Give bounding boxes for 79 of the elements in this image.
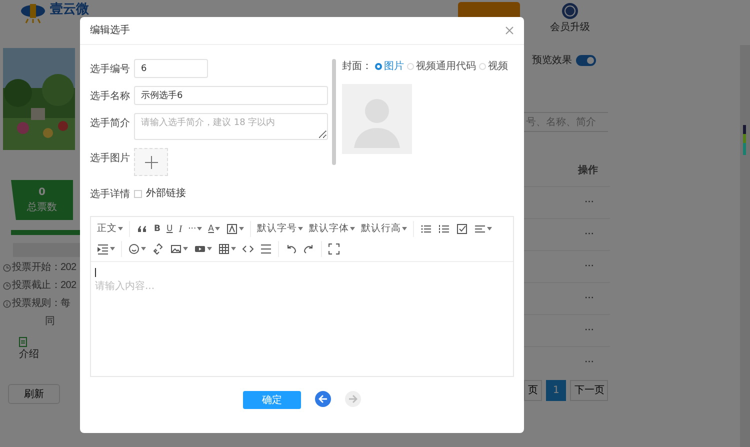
preview-label: 预览效果	[532, 54, 572, 68]
vip-icon[interactable]	[561, 2, 579, 20]
more-actions[interactable]: ···	[584, 227, 594, 242]
confirm-button[interactable]: 确定	[243, 391, 301, 409]
smiley-icon	[128, 243, 140, 255]
tab-label[interactable]: 介绍	[19, 347, 39, 362]
preview-toggle[interactable]	[576, 55, 596, 66]
page-button[interactable]: 下一页	[570, 380, 608, 401]
stat-label: 总票数	[27, 200, 57, 215]
checkbox-label[interactable]: 外部链接	[146, 186, 186, 201]
scroll-indicator	[743, 125, 746, 155]
code-icon	[242, 243, 254, 255]
field-label: 选手简介	[90, 116, 131, 131]
upload-button[interactable]	[134, 148, 168, 176]
cover-label: 封面：	[342, 60, 372, 74]
previous-button[interactable]	[315, 391, 331, 407]
more-actions[interactable]: ···	[584, 291, 594, 306]
toolbar-button[interactable]: 默认行高	[358, 221, 410, 237]
radio-option[interactable]: 图片	[375, 59, 404, 74]
more-actions[interactable]: ···	[584, 323, 594, 338]
image-icon	[170, 243, 182, 255]
table-icon	[218, 243, 230, 255]
fullscreen-icon	[328, 243, 340, 255]
info-text: 投票规则：每	[12, 296, 70, 311]
highlight-icon	[226, 223, 238, 235]
radio-option[interactable]: 视频通用代码	[407, 59, 476, 74]
text-field[interactable]: 示例选手6	[134, 86, 328, 105]
logo-text: 壹云微	[50, 2, 89, 17]
radio-option[interactable]: 视频	[479, 59, 508, 74]
toolbar-button[interactable]: 默认字体	[306, 221, 358, 237]
text-field[interactable]: 6	[134, 59, 208, 78]
logo-icon	[20, 2, 46, 24]
field-label: 选手编号	[90, 62, 131, 77]
toolbar-button[interactable]: B	[151, 221, 164, 237]
numbered-list-icon	[438, 223, 450, 235]
quote-icon	[136, 223, 148, 235]
link-icon	[152, 243, 164, 255]
vip-label[interactable]: 会员升级	[550, 20, 590, 35]
toolbar-button[interactable]: 默认字号	[254, 221, 306, 237]
banner-strip	[11, 230, 80, 235]
checkbox[interactable]	[134, 190, 142, 198]
redo-icon	[303, 243, 315, 255]
toolbar-button[interactable]: ···	[185, 221, 206, 237]
refresh-button[interactable]: 刷新	[8, 384, 60, 404]
toolbar-button[interactable]: 正文	[94, 221, 126, 237]
checklist-icon	[456, 223, 468, 235]
field-label: 选手详情	[90, 188, 131, 202]
page-button[interactable]: 页	[524, 380, 542, 401]
field-label: 选手图片	[90, 152, 131, 166]
stat-value: 0	[38, 186, 46, 200]
dialog-title: 编辑选手	[90, 24, 130, 38]
undo-icon	[285, 243, 297, 255]
clock-icon	[3, 264, 11, 272]
column-header: 操作	[576, 164, 599, 178]
align-icon	[474, 223, 486, 235]
right-arrow-icon	[348, 394, 358, 404]
info-text: 投票截止：202	[12, 278, 76, 293]
divider-icon	[260, 243, 272, 255]
more-actions[interactable]: ···	[584, 355, 594, 370]
plus-icon[interactable]	[144, 156, 158, 168]
toolbar-button[interactable]: U	[163, 221, 176, 237]
more-actions[interactable]: ···	[584, 195, 594, 210]
more-actions[interactable]: ···	[584, 259, 594, 274]
close-icon[interactable]	[505, 26, 514, 35]
text-area[interactable]: 请输入选手简介，建议 18 字以内	[134, 113, 328, 140]
clock-icon	[3, 282, 11, 290]
scroll-thumb[interactable]	[332, 59, 336, 165]
info-text: 同	[45, 315, 55, 329]
left-arrow-icon	[318, 394, 328, 404]
video-icon	[194, 243, 206, 255]
toolbar-button[interactable]: I	[176, 221, 186, 237]
bulleted-list-icon	[420, 223, 432, 235]
indent-icon	[97, 243, 109, 255]
info-text: 投票开始：202	[12, 260, 76, 275]
toolbar-button[interactable]: A	[205, 221, 223, 237]
info-icon	[3, 300, 11, 308]
field-label: 选手名称	[90, 90, 131, 104]
info-bar	[13, 243, 80, 257]
document-icon[interactable]	[19, 337, 27, 347]
